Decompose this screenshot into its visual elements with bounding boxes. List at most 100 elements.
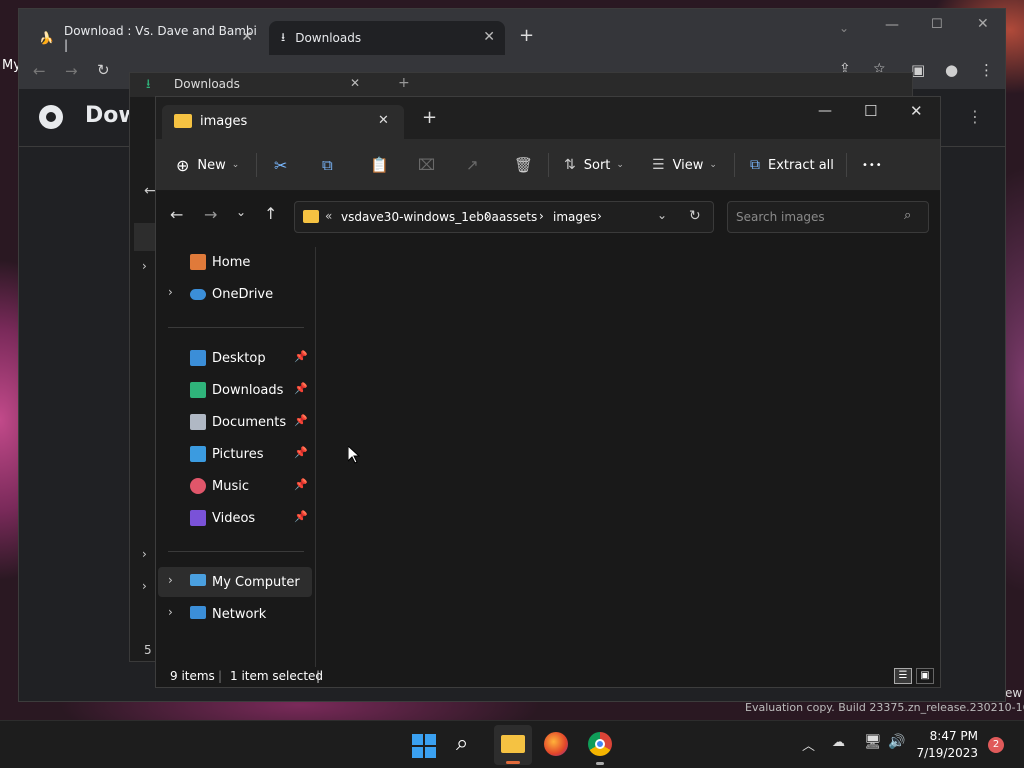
windows-start-icon[interactable] [412,734,436,758]
share-icon[interactable]: ↗ [466,139,479,191]
maximize-icon[interactable]: ☐ [931,17,943,32]
view-button[interactable]: ☰ View ⌄ [652,139,717,191]
close-icon[interactable]: ✕ [483,29,495,45]
breadcrumb-segment[interactable]: vsdave30-windows_1eb0a [341,210,499,224]
chevron-right-icon[interactable]: › [142,547,147,561]
tiles-view-icon[interactable]: ▣ [916,668,934,684]
chevron-up-icon[interactable]: ︿ [802,735,815,754]
more-options-button[interactable]: ••• [862,139,883,191]
paste-icon[interactable]: 📋 [370,139,389,191]
address-bar[interactable]: « vsdave30-windows_1eb0a › assets › imag… [294,201,714,233]
sidepanel-icon[interactable]: ▣ [911,61,925,79]
search-box[interactable]: Search images ⌕ [727,201,929,233]
network-icon [190,606,206,619]
search-icon[interactable]: ⌕ [456,731,468,756]
minimize-icon[interactable]: — [818,103,832,119]
separator [734,153,735,177]
chrome-icon[interactable] [588,732,612,756]
back-titlebar: ⭳ Downloads ✕ + [130,73,912,97]
pin-icon: 📌 [294,478,308,491]
breadcrumb-separator[interactable]: › [485,209,490,223]
notification-badge[interactable]: 2 [988,737,1004,753]
nav-item-my-computer[interactable]: › My Computer [158,567,312,597]
nav-item-documents[interactable]: Documents 📌 [158,407,312,437]
clock-time[interactable]: 8:47 PM [918,729,978,743]
back-icon[interactable]: ← [33,62,46,80]
nav-item-pictures[interactable]: Pictures 📌 [158,439,312,469]
rename-icon[interactable]: ⌧ [418,139,435,191]
chevron-down-icon[interactable]: ⌄ [839,21,849,35]
close-icon[interactable]: ✕ [378,113,389,128]
navigation-pane: Home › OneDrive Desktop 📌 Downloads 📌 Do… [156,247,316,667]
chevron-down-icon: ⌄ [231,160,240,170]
chrome-tab-downloads[interactable]: ⭳ Downloads ✕ [269,21,505,55]
nav-item-network[interactable]: › Network [158,599,312,629]
chevron-right-icon[interactable]: › [168,573,173,587]
close-icon[interactable]: ✕ [910,102,923,120]
tab-title: Download : Vs. Dave and Bambi | [63,24,257,52]
minimize-icon[interactable]: — [885,17,899,33]
chevron-right-icon[interactable]: › [168,285,173,299]
close-icon[interactable]: ✕ [977,16,989,32]
file-explorer-taskbar-icon[interactable] [494,725,532,765]
breadcrumb-separator[interactable]: › [597,209,602,223]
forward-icon[interactable]: → [65,62,78,80]
nav-item-downloads[interactable]: Downloads 📌 [158,375,312,405]
nav-item-onedrive[interactable]: › OneDrive [158,279,312,309]
details-view-icon[interactable]: ☰ [894,668,912,684]
plus-circle-icon: ⊕ [176,155,190,175]
search-input[interactable]: Search images [736,210,825,224]
nav-item-videos[interactable]: Videos 📌 [158,503,312,533]
up-icon[interactable]: ↑ [264,204,277,223]
cloud-offline-icon[interactable]: ☁ [832,735,845,750]
file-content-area[interactable] [317,247,940,667]
view-icon: ☰ [652,157,665,173]
chevron-right-icon[interactable]: › [142,259,147,273]
close-icon[interactable]: ✕ [350,76,360,90]
new-button[interactable]: ⊕ New ⌄ [176,139,239,191]
watermark: Evaluation copy. Build 23375.zn_release.… [745,701,1024,714]
reload-icon[interactable]: ↻ [97,61,110,79]
delete-icon[interactable]: 🗑 [514,139,533,191]
new-tab-button[interactable]: + [519,25,534,46]
sort-button[interactable]: ⇅ Sort ⌄ [564,139,624,191]
clock-date[interactable]: 7/19/2023 [912,746,978,760]
breadcrumb-segment[interactable]: assets [499,210,537,224]
firefox-icon[interactable] [544,732,568,756]
item-count: 9 items [170,669,215,683]
pin-icon: 📌 [294,446,308,459]
selection-count: 1 item selected [230,669,324,683]
music-icon [190,478,206,494]
forward-icon[interactable]: → [204,205,217,224]
volume-icon[interactable]: 🔊 [888,734,905,750]
cut-icon[interactable]: ✂ [274,139,287,191]
download-icon [190,382,206,398]
extract-all-button[interactable]: ⧉ Extract all [750,139,834,191]
explorer-window: images ✕ + — ☐ ✕ ⊕ New ⌄ ✂ ⧉ 📋 ⌧ ↗ 🗑 ⇅ S… [155,96,941,688]
menu-kebab-icon[interactable]: ⋮ [967,107,983,126]
breadcrumb-separator[interactable]: › [539,209,544,223]
close-icon[interactable]: ✕ [241,29,253,45]
chevron-down-icon[interactable]: ⌄ [657,208,667,222]
back-icon[interactable]: ← [144,183,156,199]
copy-icon[interactable]: ⧉ [322,139,333,191]
overflow-icon[interactable]: « [325,209,332,223]
nav-item-home[interactable]: Home [158,247,312,277]
chrome-tab-download[interactable]: 🍌 Download : Vs. Dave and Bambi | ✕ [27,21,263,55]
nav-item-desktop[interactable]: Desktop 📌 [158,343,312,373]
refresh-icon[interactable]: ↻ [689,208,701,224]
profile-icon[interactable]: ● [945,61,958,79]
back-icon[interactable]: ← [170,205,183,224]
breadcrumb-segment[interactable]: images [553,210,597,224]
recent-locations-icon[interactable]: ⌄ [236,205,246,219]
new-tab-icon[interactable]: + [398,75,410,91]
mouse-cursor-icon [347,444,361,468]
chevron-right-icon[interactable]: › [142,579,147,593]
nav-item-music[interactable]: Music 📌 [158,471,312,501]
menu-kebab-icon[interactable]: ⋮ [979,61,994,79]
new-tab-button[interactable]: + [422,107,437,128]
chevron-right-icon[interactable]: › [168,605,173,619]
network-icon[interactable]: 🖥 [864,734,882,750]
maximize-icon[interactable]: ☐ [864,102,877,120]
explorer-tab-images[interactable]: images ✕ [162,105,404,139]
